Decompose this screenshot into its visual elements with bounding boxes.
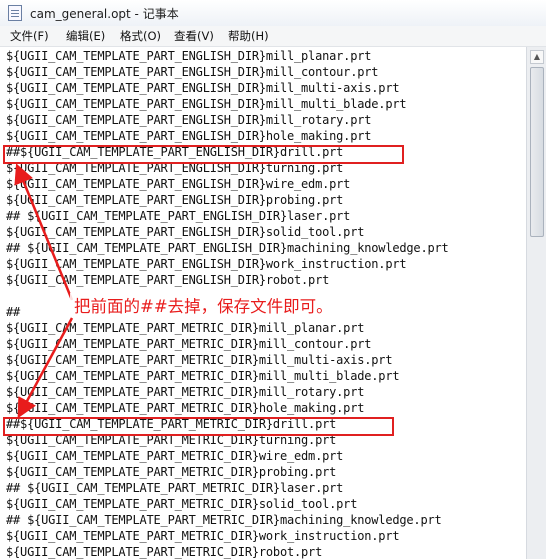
text-line: ${UGII_CAM_TEMPLATE_PART_METRIC_DIR}mill…	[6, 385, 365, 399]
annotation-callout: 把前面的##去掉，保存文件即可。	[70, 293, 337, 317]
text-line: ${UGII_CAM_TEMPLATE_PART_ENGLISH_DIR}wir…	[6, 177, 351, 191]
menu-bar: 文件(F) 编辑(E) 格式(O) 查看(V) 帮助(H)	[0, 26, 546, 47]
scroll-up-arrow-icon[interactable]: ▲	[530, 50, 544, 64]
menu-file[interactable]: 文件(F)	[8, 28, 51, 44]
menu-view[interactable]: 查看(V)	[172, 28, 216, 44]
text-line: ## ${UGII_CAM_TEMPLATE_PART_ENGLISH_DIR}…	[6, 209, 351, 223]
text-line: ${UGII_CAM_TEMPLATE_PART_ENGLISH_DIR}mil…	[6, 65, 379, 79]
text-line: ${UGII_CAM_TEMPLATE_PART_METRIC_DIR}hole…	[6, 401, 365, 415]
text-line: ${UGII_CAM_TEMPLATE_PART_METRIC_DIR}mill…	[6, 369, 400, 383]
menu-edit[interactable]: 编辑(E)	[64, 28, 107, 44]
menu-help[interactable]: 帮助(H)	[226, 28, 271, 44]
text-line: ${UGII_CAM_TEMPLATE_PART_METRIC_DIR}work…	[6, 529, 400, 543]
text-line: ${UGII_CAM_TEMPLATE_PART_ENGLISH_DIR}mil…	[6, 113, 372, 127]
window-title: cam_general.opt - 记事本	[30, 7, 179, 21]
text-line: ${UGII_CAM_TEMPLATE_PART_ENGLISH_DIR}mil…	[6, 49, 372, 63]
text-line: ${UGII_CAM_TEMPLATE_PART_ENGLISH_DIR}wor…	[6, 257, 407, 271]
text-line: ${UGII_CAM_TEMPLATE_PART_METRIC_DIR}soli…	[6, 497, 358, 511]
text-line: ## ${UGII_CAM_TEMPLATE_PART_ENGLISH_DIR}…	[6, 241, 449, 255]
scrollbar-thumb[interactable]	[530, 67, 544, 237]
notepad-window: cam_general.opt - 记事本 文件(F) 编辑(E) 格式(O) …	[0, 0, 546, 559]
text-line: ## ${UGII_CAM_TEMPLATE_PART_METRIC_DIR}l…	[6, 481, 344, 495]
text-line: ${UGII_CAM_TEMPLATE_PART_METRIC_DIR}mill…	[6, 337, 372, 351]
title-bar[interactable]: cam_general.opt - 记事本	[0, 0, 546, 27]
text-line: ${UGII_CAM_TEMPLATE_PART_METRIC_DIR}mill…	[6, 321, 365, 335]
text-line: ${UGII_CAM_TEMPLATE_PART_ENGLISH_DIR}mil…	[6, 81, 400, 95]
text-line: ## ${UGII_CAM_TEMPLATE_PART_METRIC_DIR}m…	[6, 513, 442, 527]
text-line: ${UGII_CAM_TEMPLATE_PART_ENGLISH_DIR}pro…	[6, 193, 344, 207]
highlight-box-english-drill	[3, 145, 404, 164]
highlight-box-metric-drill	[3, 417, 394, 436]
text-line: ${UGII_CAM_TEMPLATE_PART_METRIC_DIR}mill…	[6, 353, 393, 367]
text-line: ${UGII_CAM_TEMPLATE_PART_METRIC_DIR}robo…	[6, 545, 323, 559]
vertical-scrollbar[interactable]: ▲	[526, 47, 546, 559]
menu-format[interactable]: 格式(O)	[118, 28, 163, 44]
text-line: ${UGII_CAM_TEMPLATE_PART_ENGLISH_DIR}hol…	[6, 129, 372, 143]
text-line: ${UGII_CAM_TEMPLATE_PART_ENGLISH_DIR}sol…	[6, 225, 365, 239]
text-line: ##	[6, 305, 21, 319]
text-line: ${UGII_CAM_TEMPLATE_PART_METRIC_DIR}prob…	[6, 465, 337, 479]
notepad-icon	[8, 5, 22, 21]
text-line: ${UGII_CAM_TEMPLATE_PART_METRIC_DIR}wire…	[6, 449, 344, 463]
text-line: ${UGII_CAM_TEMPLATE_PART_ENGLISH_DIR}mil…	[6, 97, 407, 111]
text-line: ${UGII_CAM_TEMPLATE_PART_ENGLISH_DIR}rob…	[6, 273, 330, 287]
